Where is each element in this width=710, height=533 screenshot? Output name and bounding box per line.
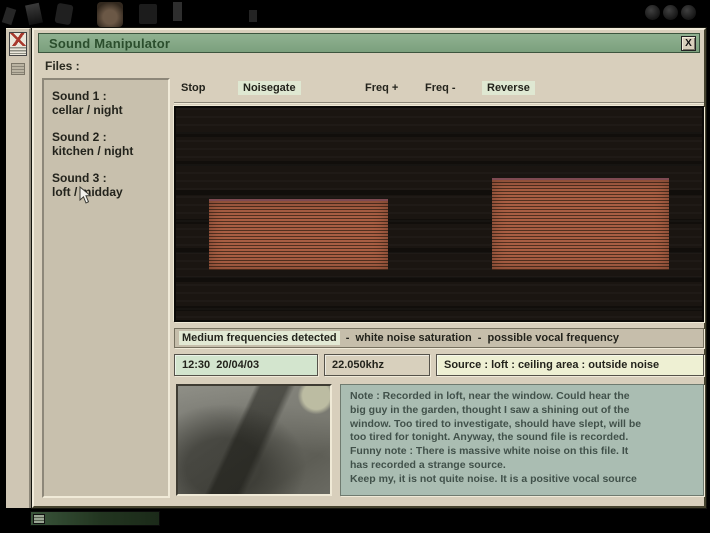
sound-item-1[interactable]: Sound 1 : cellar / night xyxy=(52,89,160,117)
note-line: big guy in the garden, thought I saw a s… xyxy=(350,404,694,418)
knife-icon[interactable] xyxy=(25,3,43,25)
sound-manipulator-window: Sound Manipulator X Files : Sound 1 : ce… xyxy=(32,28,706,508)
frequency-field: 22.050khz xyxy=(324,354,430,376)
sound-item-desc: cellar / night xyxy=(52,103,123,117)
hud-circle-icon[interactable] xyxy=(645,5,660,20)
note-icon[interactable] xyxy=(249,10,257,22)
stop-button[interactable]: Stop xyxy=(176,81,210,95)
sound-item-label: Sound 1 : xyxy=(52,89,107,103)
waveform-block-1 xyxy=(209,199,388,270)
hud-circle-icon[interactable] xyxy=(681,5,696,20)
taskbar-app-icon xyxy=(33,514,45,524)
note-line: Funny note : There is massive white nois… xyxy=(350,445,694,459)
status-highlight: Medium frequencies detected xyxy=(179,331,340,345)
noisegate-button[interactable]: Noisegate xyxy=(238,81,301,95)
taskbar-item[interactable] xyxy=(30,511,160,526)
bottle-icon[interactable] xyxy=(97,2,123,27)
files-menu[interactable]: Files : xyxy=(45,59,80,73)
app-document-icon[interactable] xyxy=(9,32,27,56)
sound-item-label: Sound 2 : xyxy=(52,130,107,144)
status-rest: - white noise saturation - possible voca… xyxy=(340,332,619,344)
list-icon[interactable] xyxy=(11,63,25,75)
box-icon[interactable] xyxy=(139,4,157,24)
sound-item-desc: kitchen / night xyxy=(52,144,133,158)
hand-cursor-icon xyxy=(76,186,94,206)
note-line: has recorded a strange source. xyxy=(350,459,694,473)
reverse-button[interactable]: Reverse xyxy=(482,81,535,95)
window-title: Sound Manipulator xyxy=(49,36,170,51)
candle-icon[interactable] xyxy=(173,2,182,21)
sound-item-2[interactable]: Sound 2 : kitchen / night xyxy=(52,130,160,158)
sound-item-3[interactable]: Sound 3 : loft / midday xyxy=(52,171,160,199)
pencil-icon[interactable] xyxy=(2,7,16,25)
source-photo-thumbnail[interactable] xyxy=(176,384,332,496)
note-line: Keep my, it is not quite noise. It is a … xyxy=(350,473,694,487)
sound-list-panel: Sound 1 : cellar / night Sound 2 : kitch… xyxy=(42,78,170,498)
titlebar[interactable]: Sound Manipulator X xyxy=(38,33,700,53)
close-button[interactable]: X xyxy=(681,36,696,51)
toolbar: Stop Noisegate Freq + Freq - Reverse xyxy=(174,78,704,102)
waveform-display[interactable] xyxy=(174,106,704,322)
sound-item-label: Sound 3 : xyxy=(52,171,107,185)
note-text-panel: Note : Recorded in loft, near the window… xyxy=(340,384,704,496)
note-line: window. Too tired to investigate, should… xyxy=(350,418,694,432)
brush-icon[interactable] xyxy=(54,3,73,25)
source-field: Source : loft : ceiling area : outside n… xyxy=(436,354,704,376)
note-line: too tired for tonight. Anyway, the sound… xyxy=(350,431,694,445)
analysis-status-bar: Medium frequencies detected - white nois… xyxy=(174,328,704,348)
hud-circle-icon[interactable] xyxy=(663,5,678,20)
freq-minus-button[interactable]: Freq - xyxy=(420,81,461,95)
side-dock xyxy=(6,28,31,508)
datetime-field: 12:30 20/04/03 xyxy=(174,354,318,376)
freq-plus-button[interactable]: Freq + xyxy=(360,81,403,95)
note-line: Note : Recorded in loft, near the window… xyxy=(350,390,694,404)
main-area: Stop Noisegate Freq + Freq - Reverse Med… xyxy=(174,78,704,498)
waveform-block-2 xyxy=(492,178,669,270)
